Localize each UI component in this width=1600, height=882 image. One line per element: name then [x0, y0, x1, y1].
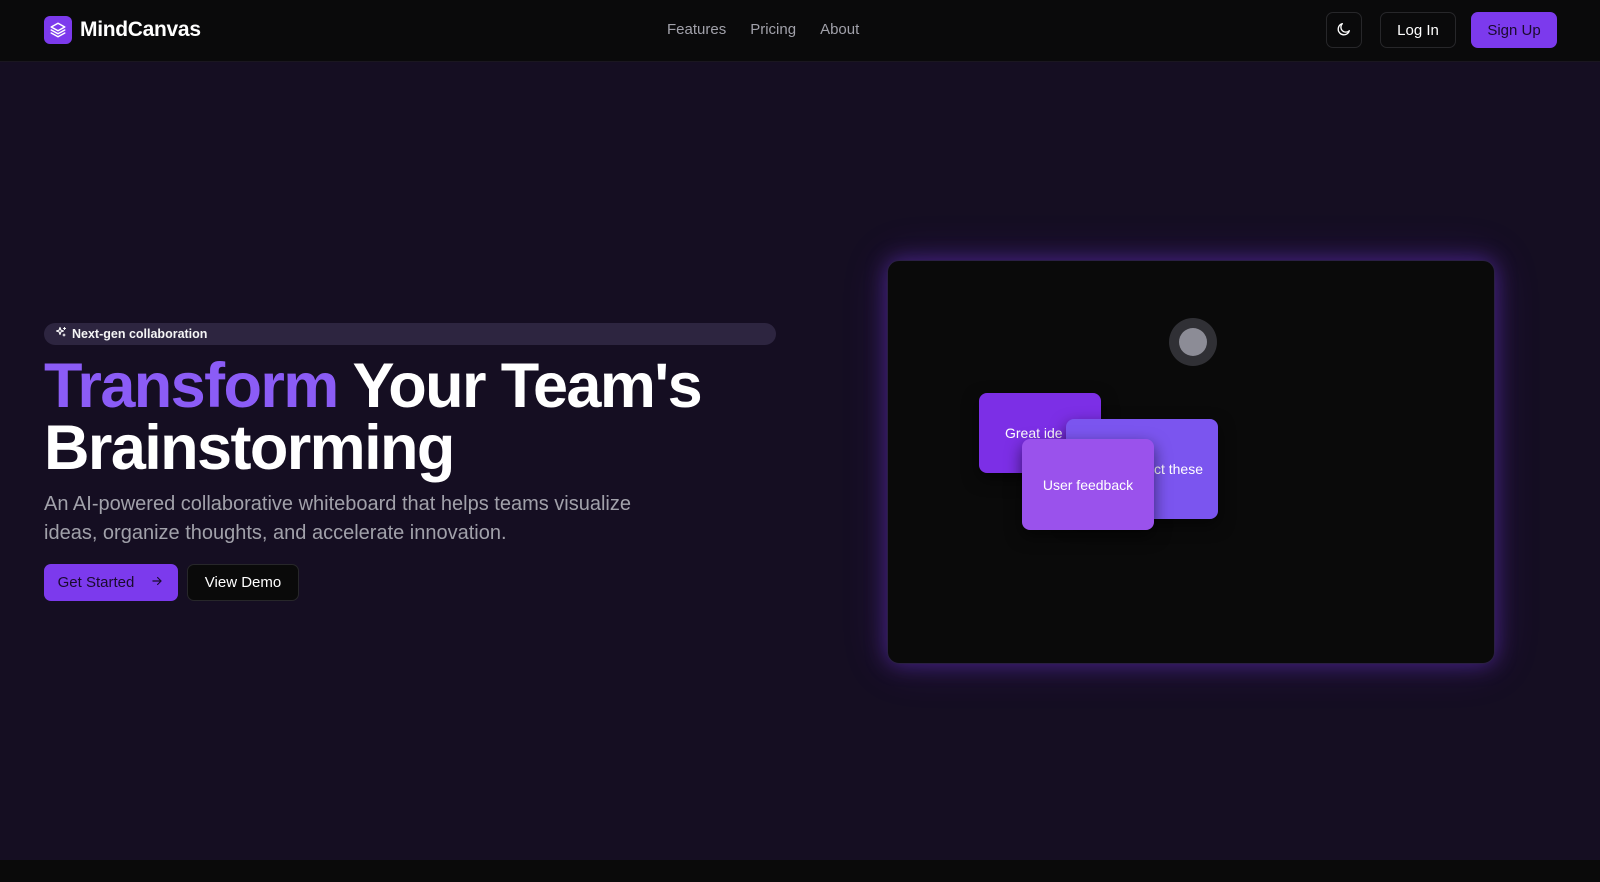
- get-started-label: Get Started: [57, 574, 135, 591]
- moon-icon: [1336, 21, 1352, 40]
- sticky-note-user-feedback[interactable]: User feedback: [1022, 439, 1154, 530]
- hero-headline: Transform Your Team's Brainstorming: [44, 355, 784, 480]
- cta-row: Get Started View Demo: [44, 564, 299, 601]
- nav-link-about[interactable]: About: [820, 21, 859, 38]
- cursor-dot: [1179, 328, 1207, 356]
- nav-links: Features Pricing About: [667, 21, 859, 38]
- badge-text: Next-gen collaboration: [72, 327, 208, 341]
- brand-name: MindCanvas: [80, 18, 201, 41]
- hero-badge: Next-gen collaboration: [44, 323, 776, 345]
- signup-button[interactable]: Sign Up: [1471, 12, 1557, 48]
- sparkles-icon: [55, 325, 67, 343]
- brand[interactable]: MindCanvas: [44, 16, 201, 44]
- arrow-right-icon: [150, 574, 164, 592]
- nav-link-features[interactable]: Features: [667, 21, 726, 38]
- login-button[interactable]: Log In: [1380, 12, 1456, 48]
- view-demo-button[interactable]: View Demo: [187, 564, 299, 601]
- headline-accent: Transform: [44, 351, 339, 421]
- theme-toggle-button[interactable]: [1326, 12, 1362, 48]
- note-text: ct these: [1153, 461, 1203, 477]
- hero-subtitle: An AI-powered collaborative whiteboard t…: [44, 493, 631, 544]
- whiteboard-canvas[interactable]: Great ide ct these User feedback: [887, 260, 1495, 664]
- get-started-button[interactable]: Get Started: [44, 564, 178, 601]
- navbar: MindCanvas Features Pricing About Log In…: [0, 0, 1600, 62]
- collaborator-cursor: [1169, 318, 1217, 366]
- nav-link-pricing[interactable]: Pricing: [750, 21, 796, 38]
- page-bottom-edge: [0, 860, 1600, 882]
- note-text: User feedback: [1042, 476, 1134, 493]
- layers-icon: [44, 16, 72, 44]
